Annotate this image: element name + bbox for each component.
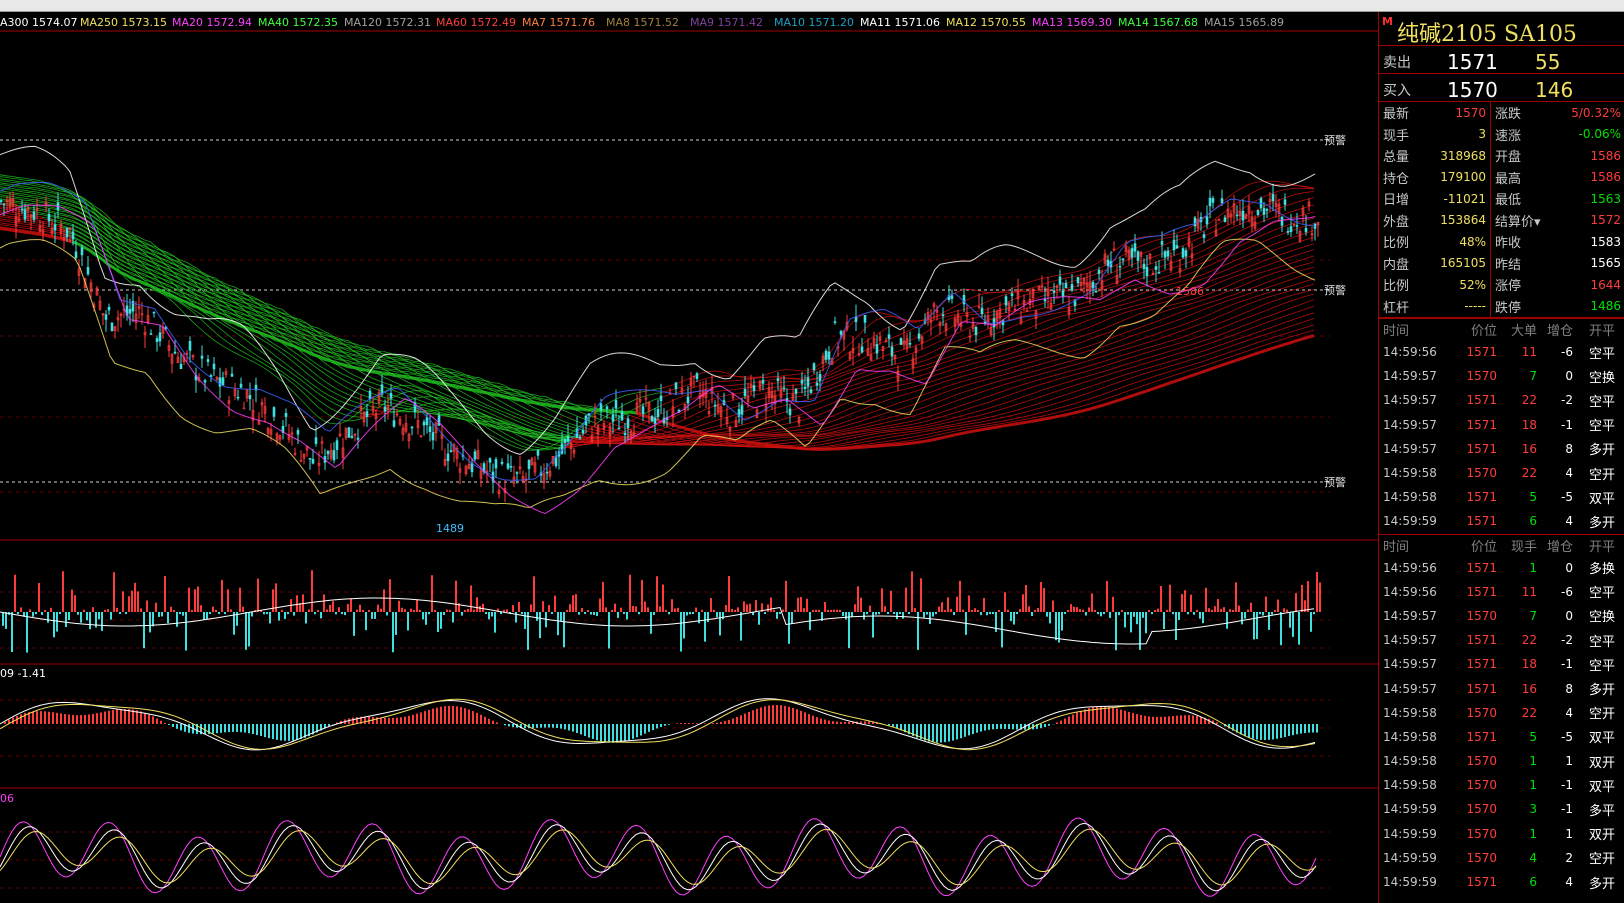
alert-label: 预警 <box>1324 133 1346 147</box>
ma-line-segment <box>359 353 367 355</box>
ma-legend: A300 1574.07 MA250 1573.15 MA20 1572.94 MA4… <box>0 16 1284 29</box>
ma-line-segment <box>731 384 739 386</box>
ma-legend-item: MA250 1573.15 <box>80 16 167 29</box>
ma-line-segment <box>797 431 805 434</box>
ma-line-segment <box>635 441 643 444</box>
ma-legend-item: MA11 1571.06 <box>860 16 940 29</box>
ma-line-segment <box>773 437 781 439</box>
ma-legend-item: MA120 1572.31 <box>344 16 431 29</box>
ma-line-segment <box>443 372 451 374</box>
ma-legend-item: A300 1574.07 <box>0 16 78 29</box>
ma-line-segment <box>761 436 769 438</box>
chart-canvas[interactable]: A300 1574.07 MA250 1573.15 MA20 1572.94 MA4… <box>0 12 1378 903</box>
ma-line-segment <box>761 432 769 435</box>
ma-legend-item: MA40 1572.35 <box>258 16 338 29</box>
ma-line-segment <box>437 369 445 371</box>
ma-line-segment <box>653 442 661 445</box>
ma-line-segment <box>359 345 367 347</box>
ma-line-segment <box>707 370 715 372</box>
ma-line-segment <box>359 357 367 359</box>
ma-legend-item: MA14 1567.68 <box>1118 16 1198 29</box>
ma-legend-item: MA20 1572.94 <box>172 16 252 29</box>
ma-line-segment <box>359 349 367 351</box>
ma-legend-item: MA12 1570.55 <box>946 16 1026 29</box>
ma-line-segment <box>701 443 709 445</box>
alert-label: 预警 <box>1324 475 1346 489</box>
ma-line-segment <box>803 437 811 439</box>
ma-line-segment <box>635 437 643 439</box>
ma-line-segment <box>641 442 649 444</box>
ma-line-segment <box>911 320 919 322</box>
ma-line-segment <box>767 432 775 434</box>
ma-line-segment <box>587 441 595 443</box>
ma-line-segment <box>773 375 781 378</box>
ma-line-segment <box>443 368 451 370</box>
ma-legend-item: MA8 1571.52 <box>606 16 679 29</box>
ma-line-segment <box>797 377 805 379</box>
ma-line-segment <box>551 446 559 449</box>
ma-line-segment <box>677 442 685 444</box>
alert-label: 预警 <box>1324 283 1346 297</box>
ma-legend-item: MA9 1571.42 <box>690 16 763 29</box>
ma-line-segment <box>989 291 997 294</box>
ma-legend-item: MA60 1572.49 <box>436 16 516 29</box>
ma-line-segment <box>797 383 805 386</box>
ma-line-segment <box>611 441 619 444</box>
ma-line-segment <box>665 442 673 444</box>
window-title-bar <box>0 0 1624 12</box>
ma-legend-item: MA10 1571.20 <box>774 16 854 29</box>
ma-legend-item: MA13 1569.30 <box>1032 16 1112 29</box>
ma-line-segment <box>1307 191 1315 193</box>
ma-line-segment <box>437 373 445 375</box>
kline-chart-area[interactable]: A300 1574.07 MA250 1573.15 MA20 1572.94 MA4… <box>0 12 1378 903</box>
ma-legend-item: MA7 1571.76 <box>522 16 595 29</box>
ma-legend-item: MA15 1565.89 <box>1204 16 1284 29</box>
ma-line-segment <box>731 432 739 434</box>
